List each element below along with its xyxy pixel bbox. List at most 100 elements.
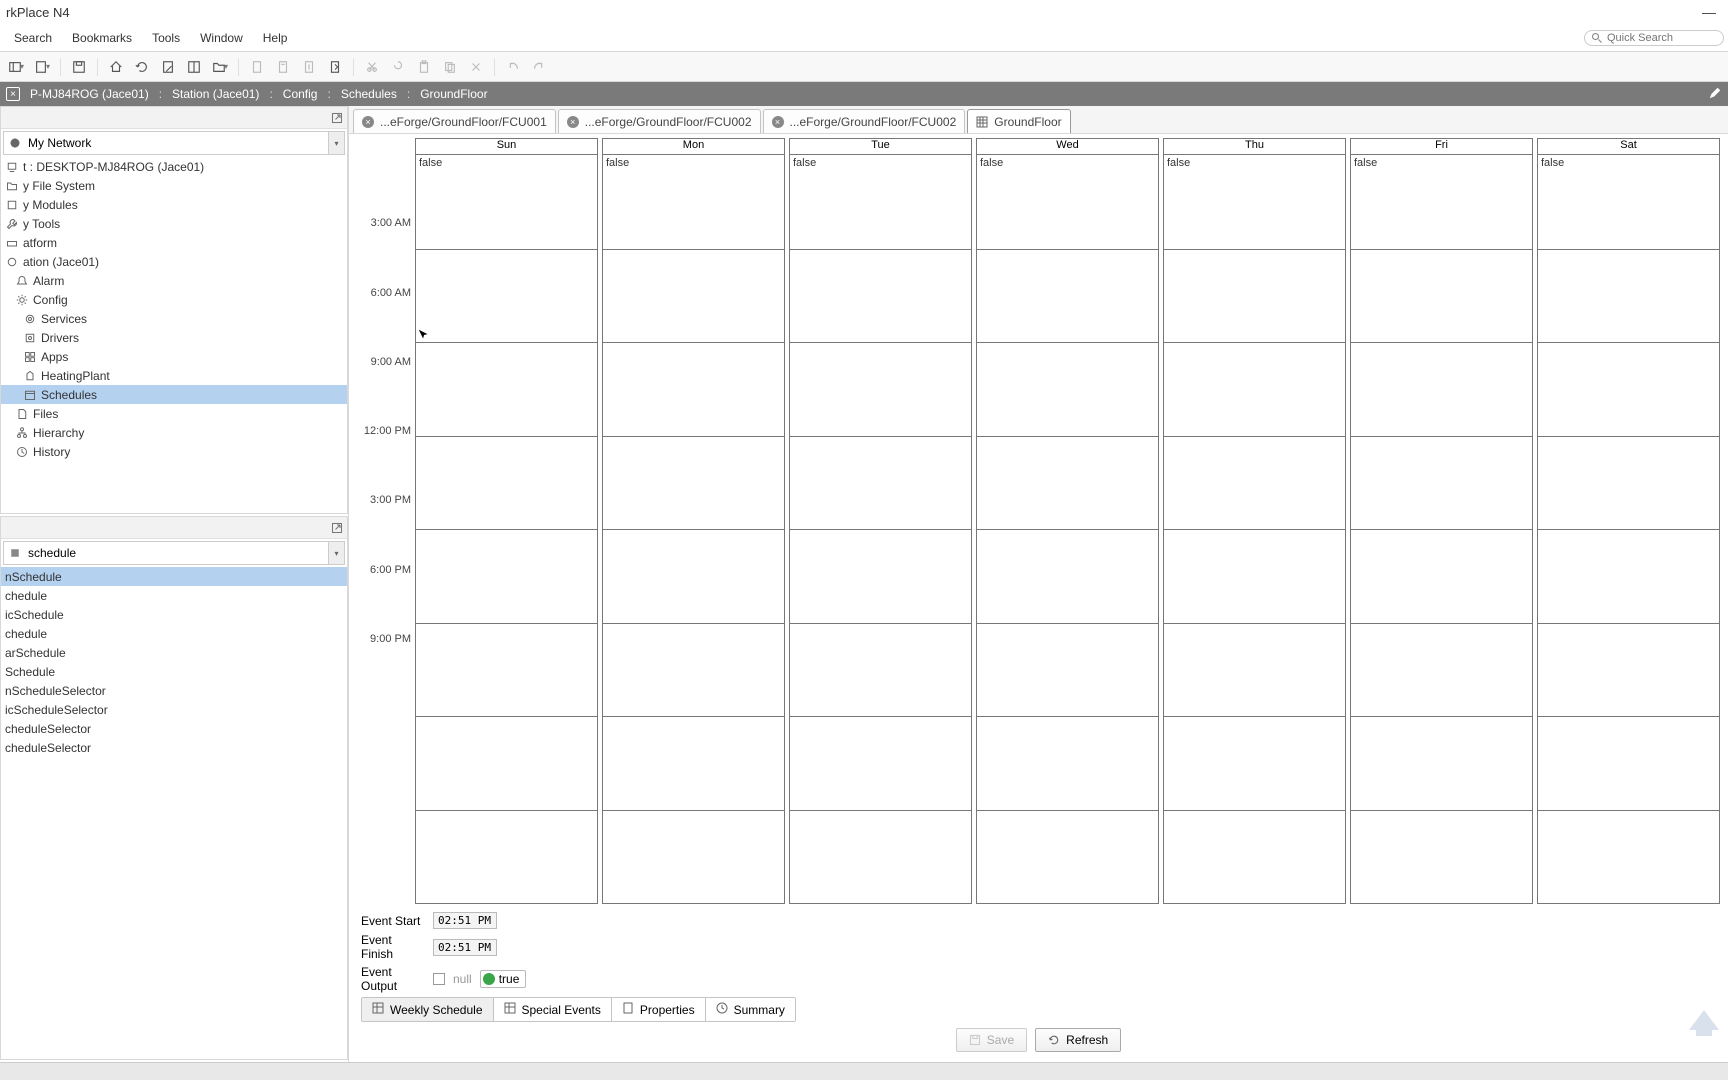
- day-body[interactable]: false: [790, 155, 971, 903]
- tab[interactable]: ×...eForge/GroundFloor/FCU001: [353, 109, 556, 133]
- day-body[interactable]: false: [1538, 155, 1719, 903]
- palette-item[interactable]: nScheduleSelector: [1, 681, 347, 700]
- tb-cut-icon[interactable]: [360, 56, 384, 78]
- tb-sidebar-toggle[interactable]: [4, 56, 28, 78]
- tree-item[interactable]: t : DESKTOP-MJ84ROG (Jace01): [1, 157, 347, 176]
- palette-item[interactable]: icScheduleSelector: [1, 700, 347, 719]
- quick-search[interactable]: [1584, 30, 1724, 46]
- event-start-input[interactable]: 02:51 PM: [433, 912, 497, 929]
- palette-item[interactable]: cheduleSelector: [1, 719, 347, 738]
- tb-doc3-icon[interactable]: [297, 56, 321, 78]
- day-body[interactable]: false: [1164, 155, 1345, 903]
- tb-export-icon[interactable]: [323, 56, 347, 78]
- palette-item[interactable]: Schedule: [1, 662, 347, 681]
- tb-dup-icon[interactable]: [438, 56, 462, 78]
- tb-copy-icon[interactable]: [386, 56, 410, 78]
- bc-station[interactable]: Station (Jace01): [168, 87, 263, 101]
- tab[interactable]: ×...eForge/GroundFloor/FCU002: [558, 109, 761, 133]
- tb-edit-icon[interactable]: [156, 56, 180, 78]
- day-column[interactable]: Wedfalse: [976, 138, 1159, 904]
- palette-item[interactable]: nSchedule: [1, 567, 347, 586]
- grid-icon: [504, 1002, 516, 1017]
- palette-item[interactable]: chedule: [1, 624, 347, 643]
- tree-item[interactable]: Apps: [1, 347, 347, 366]
- breadcrumb-edit-icon[interactable]: [1708, 86, 1722, 103]
- tree-item[interactable]: y Tools: [1, 214, 347, 233]
- day-column[interactable]: Thufalse: [1163, 138, 1346, 904]
- schedule-tab[interactable]: Weekly Schedule: [362, 998, 494, 1021]
- tree-item[interactable]: Config: [1, 290, 347, 309]
- tb-split-icon[interactable]: [182, 56, 206, 78]
- tree-item[interactable]: Alarm: [1, 271, 347, 290]
- day-body[interactable]: false: [1351, 155, 1532, 903]
- tree-item[interactable]: ation (Jace01): [1, 252, 347, 271]
- tab[interactable]: ×...eForge/GroundFloor/FCU002: [763, 109, 966, 133]
- day-column[interactable]: Satfalse: [1537, 138, 1720, 904]
- palette-combo[interactable]: schedule ▾: [3, 541, 345, 565]
- menu-bookmarks[interactable]: Bookmarks: [62, 31, 142, 45]
- tree-item[interactable]: atform: [1, 233, 347, 252]
- menu-tools[interactable]: Tools: [142, 31, 190, 45]
- tb-undo-icon[interactable]: [501, 56, 525, 78]
- tree-item[interactable]: y File System: [1, 176, 347, 195]
- tb-save-icon[interactable]: [67, 56, 91, 78]
- tb-doc2-icon[interactable]: [271, 56, 295, 78]
- menu-window[interactable]: Window: [190, 31, 253, 45]
- tab-close-icon[interactable]: ×: [567, 116, 579, 128]
- popout-icon[interactable]: [331, 112, 343, 124]
- event-finish-input[interactable]: 02:51 PM: [433, 939, 497, 956]
- tb-folder-icon[interactable]: [208, 56, 232, 78]
- tree-item[interactable]: Files: [1, 404, 347, 423]
- tb-new[interactable]: [30, 56, 54, 78]
- palette-item[interactable]: icSchedule: [1, 605, 347, 624]
- tb-paste-icon[interactable]: [412, 56, 436, 78]
- tb-home-icon[interactable]: [104, 56, 128, 78]
- schedule-tab[interactable]: Summary: [706, 998, 795, 1021]
- tree-item[interactable]: Drivers: [1, 328, 347, 347]
- tree-item[interactable]: Services: [1, 309, 347, 328]
- day-column[interactable]: Sunfalse: [415, 138, 598, 904]
- tree-item[interactable]: HeatingPlant: [1, 366, 347, 385]
- palette-item[interactable]: chedule: [1, 586, 347, 605]
- schedule-tab[interactable]: Special Events: [494, 998, 612, 1021]
- output-value-pill[interactable]: true: [480, 970, 527, 988]
- palette-item[interactable]: arSchedule: [1, 643, 347, 662]
- bc-config[interactable]: Config: [279, 87, 322, 101]
- tab[interactable]: GroundFloor: [967, 109, 1070, 133]
- nav-tree[interactable]: t : DESKTOP-MJ84ROG (Jace01)y File Syste…: [1, 157, 347, 513]
- palette-list[interactable]: nSchedulecheduleicSchedulechedulearSched…: [1, 567, 347, 1059]
- bc-host[interactable]: P-MJ84ROG (Jace01): [26, 87, 153, 101]
- palette-item[interactable]: cheduleSelector: [1, 738, 347, 757]
- day-column[interactable]: Monfalse: [602, 138, 785, 904]
- schedule-tab[interactable]: Properties: [612, 998, 706, 1021]
- menu-help[interactable]: Help: [253, 31, 298, 45]
- network-combo[interactable]: My Network ▾: [3, 131, 345, 155]
- null-checkbox[interactable]: [433, 973, 445, 985]
- tb-refresh-icon[interactable]: [130, 56, 154, 78]
- chevron-down-icon[interactable]: ▾: [328, 542, 344, 564]
- bc-schedules[interactable]: Schedules: [337, 87, 401, 101]
- day-body[interactable]: false: [416, 155, 597, 903]
- tb-redo-icon[interactable]: [527, 56, 551, 78]
- tree-item[interactable]: Schedules: [1, 385, 347, 404]
- tree-item[interactable]: History: [1, 442, 347, 461]
- tab-close-icon[interactable]: ×: [772, 116, 784, 128]
- bc-groundfloor[interactable]: GroundFloor: [416, 87, 491, 101]
- day-body[interactable]: false: [977, 155, 1158, 903]
- breadcrumb-close-icon[interactable]: ×: [6, 87, 20, 101]
- day-column[interactable]: Tuefalse: [789, 138, 972, 904]
- tb-delete-icon[interactable]: [464, 56, 488, 78]
- tree-item[interactable]: y Modules: [1, 195, 347, 214]
- minimize-icon[interactable]: —: [1702, 4, 1716, 20]
- refresh-button[interactable]: Refresh: [1035, 1028, 1121, 1052]
- quick-search-input[interactable]: [1607, 32, 1717, 44]
- day-column[interactable]: Frifalse: [1350, 138, 1533, 904]
- tb-doc1-icon[interactable]: [245, 56, 269, 78]
- tree-item[interactable]: Hierarchy: [1, 423, 347, 442]
- day-body[interactable]: false: [603, 155, 784, 903]
- menu-search[interactable]: Search: [4, 31, 62, 45]
- chevron-down-icon[interactable]: ▾: [328, 132, 344, 154]
- save-button[interactable]: Save: [956, 1028, 1027, 1052]
- popout-icon[interactable]: [331, 522, 343, 534]
- tab-close-icon[interactable]: ×: [362, 116, 374, 128]
